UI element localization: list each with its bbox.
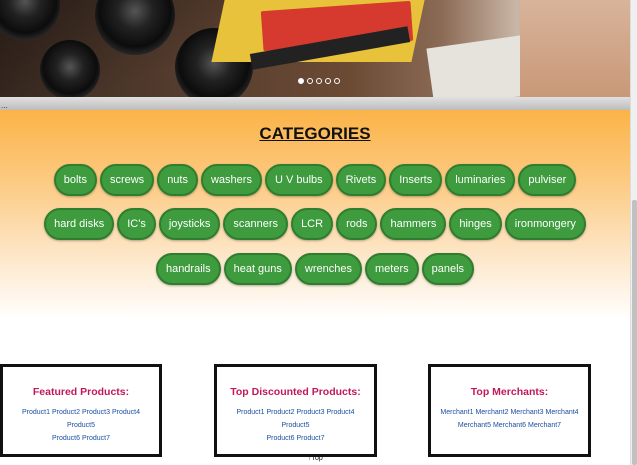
top-merchants-box: Top Merchants: Merchant1 Merchant2 Merch… [428, 364, 591, 457]
slider-dot[interactable] [316, 78, 322, 84]
category-pill-u-v-bulbs[interactable]: U V bulbs [264, 164, 333, 196]
camera-lens-image [40, 40, 100, 97]
back-to-top-label: Top [311, 455, 323, 462]
discounted-link[interactable]: Product7 [296, 435, 324, 442]
category-pill-panels[interactable]: panels [421, 253, 475, 285]
category-row: handrails heat guns wrenches meters panels [0, 253, 630, 285]
slider-dot[interactable] [307, 78, 313, 84]
hero-slider[interactable] [0, 0, 630, 97]
discounted-link[interactable]: Product5 [281, 422, 309, 429]
top-discounted-links: Product1 Product2 Product3 Product4 Prod… [217, 406, 374, 445]
featured-link[interactable]: Product1 [22, 409, 50, 416]
strip-text: ... [1, 101, 8, 110]
top-discounted-box: Top Discounted Products: Product1 Produc… [214, 364, 377, 457]
slider-bottom-strip: ... [0, 97, 630, 110]
slider-dot[interactable] [325, 78, 331, 84]
featured-link[interactable]: Product2 [52, 409, 80, 416]
category-pill-scanners[interactable]: scanners [223, 208, 289, 240]
hand-image [520, 0, 630, 97]
category-pill-rods[interactable]: rods [336, 208, 378, 240]
category-pill-ironmongery[interactable]: ironmongery [504, 208, 586, 240]
top-merchants-title: Top Merchants: [470, 386, 549, 398]
discounted-link[interactable]: Product1 [237, 409, 265, 416]
category-pill-hammers[interactable]: hammers [380, 208, 447, 240]
category-pill-handrails[interactable]: handrails [155, 253, 221, 285]
merchants-link[interactable]: Merchant3 [510, 409, 543, 416]
featured-link[interactable]: Product6 [52, 435, 80, 442]
discounted-link[interactable]: Product3 [296, 409, 324, 416]
category-pill-ic-s[interactable]: IC's [117, 208, 156, 240]
category-pill-luminaries[interactable]: luminaries [445, 164, 516, 196]
category-pill-heat-guns[interactable]: heat guns [223, 253, 292, 285]
category-pill-screws[interactable]: screws [99, 164, 155, 196]
category-pill-wrenches[interactable]: wrenches [294, 253, 362, 285]
category-pill-pulviser[interactable]: pulviser [518, 164, 577, 196]
slider-dot[interactable] [298, 78, 304, 84]
merchants-link[interactable]: Merchant6 [493, 422, 526, 429]
featured-link[interactable]: Product7 [82, 435, 110, 442]
merchants-link[interactable]: Merchant1 [440, 409, 473, 416]
category-pill-hard-disks[interactable]: hard disks [44, 208, 115, 240]
featured-link[interactable]: Product3 [82, 409, 110, 416]
featured-link[interactable]: Product5 [67, 422, 95, 429]
discounted-link[interactable]: Product6 [266, 435, 294, 442]
merchants-link[interactable]: Merchant4 [546, 409, 579, 416]
category-row: hard disks IC's joysticks scanners LCR rods ha… [0, 208, 630, 240]
featured-products-title: Featured Products: [32, 386, 130, 398]
featured-products-links: Product1 Product2 Product3 Product4 Prod… [3, 406, 159, 445]
featured-products-box: Featured Products: Product1 Product2 Pro… [0, 364, 162, 457]
category-pill-nuts[interactable]: nuts [157, 164, 198, 196]
page: ... CATEGORIES bolts screws nuts washers U V… [0, 0, 637, 465]
merchants-link[interactable]: Merchant5 [458, 422, 491, 429]
top-discounted-title: Top Discounted Products: [230, 386, 361, 398]
category-pill-joysticks[interactable]: joysticks [158, 208, 221, 240]
category-pill-inserts[interactable]: Inserts [389, 164, 443, 196]
categories-title: CATEGORIES [259, 124, 371, 143]
discounted-link[interactable]: Product4 [326, 409, 354, 416]
vertical-scrollbar[interactable] [630, 0, 637, 465]
discounted-link[interactable]: Product2 [266, 409, 294, 416]
merchants-link[interactable]: Merchant7 [528, 422, 561, 429]
category-pill-washers[interactable]: washers [200, 164, 262, 196]
scrollbar-thumb[interactable] [632, 200, 637, 465]
category-pill-lcr[interactable]: LCR [291, 208, 334, 240]
category-pill-hinges[interactable]: hinges [449, 208, 502, 240]
back-to-top-link[interactable]: ↑Top [308, 455, 323, 462]
category-pill-meters[interactable]: meters [365, 253, 419, 285]
category-pill-rivets[interactable]: Rivets [335, 164, 387, 196]
featured-link[interactable]: Product4 [112, 409, 140, 416]
merchants-link[interactable]: Merchant2 [475, 409, 508, 416]
slider-pagination [298, 78, 340, 84]
top-merchants-links: Merchant1 Merchant2 Merchant3 Merchant4 M… [431, 406, 588, 432]
slider-dot[interactable] [334, 78, 340, 84]
category-row: bolts screws nuts washers U V bulbs Rivets Ins… [0, 164, 630, 196]
category-pill-bolts[interactable]: bolts [53, 164, 97, 196]
categories-section: CATEGORIES bolts screws nuts washers U V bul… [0, 110, 630, 320]
